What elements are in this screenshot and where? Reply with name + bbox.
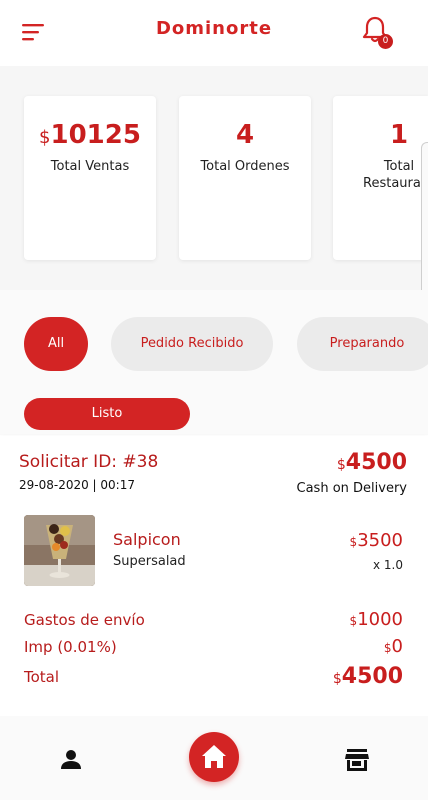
tax-value: $0 bbox=[384, 636, 403, 657]
filter-all-chip[interactable]: All bbox=[24, 317, 88, 371]
filter-pedido-recibido-chip[interactable]: Pedido Recibido bbox=[111, 317, 273, 371]
dessert-glass-image bbox=[24, 515, 95, 586]
notification-count-badge: 0 bbox=[378, 34, 393, 49]
stat-value: $10125 bbox=[24, 120, 156, 150]
stat-value: 1 bbox=[333, 120, 428, 150]
stat-card-total-ventas: $10125 Total Ventas bbox=[24, 96, 156, 260]
item-price: $3500 bbox=[350, 530, 403, 551]
item-name: Salpicon bbox=[113, 530, 181, 549]
item-subtitle: Supersalad bbox=[113, 554, 186, 569]
home-button[interactable] bbox=[189, 732, 239, 782]
home-icon bbox=[202, 745, 226, 768]
filter-listo-chip[interactable]: Listo bbox=[24, 398, 190, 430]
currency-symbol: $ bbox=[383, 641, 392, 655]
currency-symbol: $ bbox=[336, 457, 346, 473]
shipping-label: Gastos de envío bbox=[24, 611, 145, 629]
item-quantity: x 1.0 bbox=[373, 558, 403, 572]
app-header: Dominorte 0 bbox=[0, 0, 428, 66]
notifications-button[interactable]: 0 bbox=[362, 16, 394, 50]
person-icon[interactable] bbox=[58, 747, 84, 773]
stat-number: 1 bbox=[389, 120, 409, 150]
order-id: Solicitar ID: #38 bbox=[19, 452, 159, 472]
stat-label: Total Ordenes bbox=[200, 159, 290, 174]
currency-symbol: $ bbox=[332, 671, 342, 687]
store-icon[interactable] bbox=[344, 748, 370, 772]
order-total-value: 4500 bbox=[345, 450, 407, 475]
order-total: $4500 bbox=[337, 450, 407, 475]
currency-symbol: $ bbox=[39, 127, 51, 148]
item-image bbox=[24, 515, 95, 586]
stat-number: 4 bbox=[235, 120, 255, 150]
order-date: 29-08-2020 | 00:17 bbox=[19, 478, 135, 492]
tax-amount: 0 bbox=[391, 636, 403, 657]
shipping-value: $1000 bbox=[350, 609, 403, 630]
stat-number: 10125 bbox=[50, 120, 141, 150]
filter-preparando-chip[interactable]: Preparando bbox=[297, 317, 428, 371]
grand-total-value: $4500 bbox=[333, 664, 403, 689]
item-price-value: 3500 bbox=[357, 530, 403, 551]
stat-card-total-restaurante: 1 Total Restaurante bbox=[333, 96, 428, 260]
tax-label: Imp (0.01%) bbox=[24, 638, 117, 656]
stat-label: Total Ventas bbox=[50, 159, 130, 174]
payment-method: Cash on Delivery bbox=[296, 481, 407, 496]
stat-value: 4 bbox=[179, 120, 311, 150]
total-label: Total bbox=[24, 668, 60, 686]
grand-total-amount: 4500 bbox=[341, 664, 403, 689]
stat-card-total-ordenes: 4 Total Ordenes bbox=[179, 96, 311, 260]
shipping-amount: 1000 bbox=[357, 609, 403, 630]
side-scroll-handle[interactable] bbox=[421, 142, 428, 302]
stat-label: Total Restaurante bbox=[363, 159, 428, 191]
